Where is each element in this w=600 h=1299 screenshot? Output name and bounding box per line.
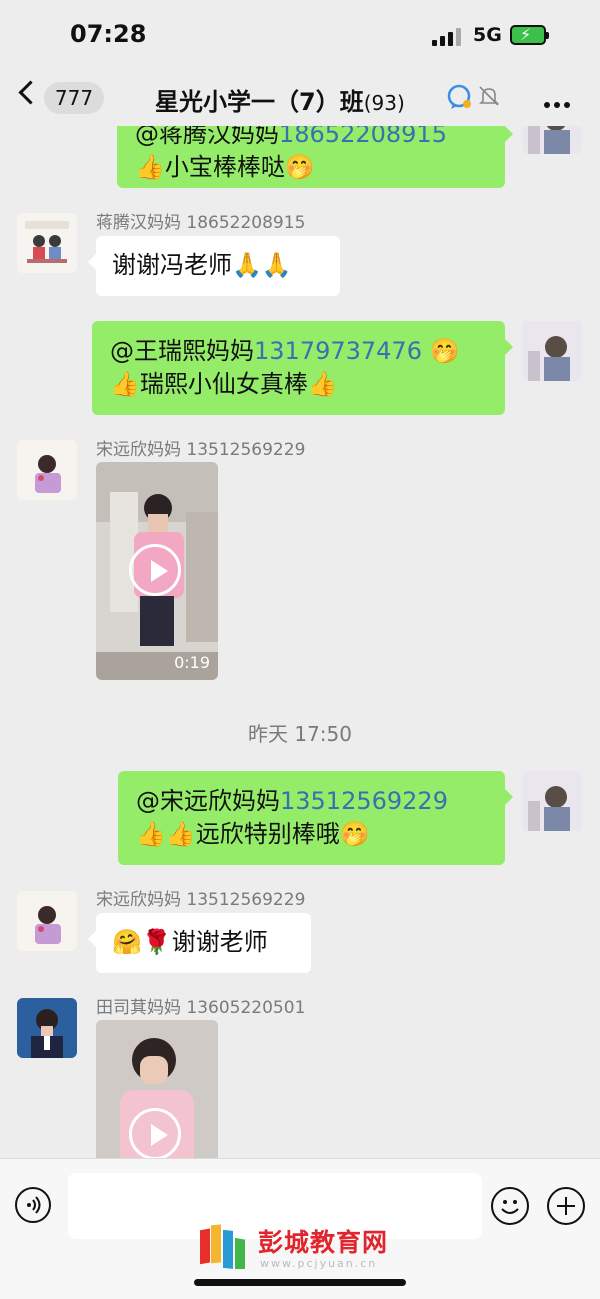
message-bubble-outgoing[interactable]: @王瑞熙妈妈13179737476 🤭 👍瑞熙小仙女真棒👍	[92, 321, 513, 415]
input-bar: 彭城教育网 www.pcjyuan.cn	[0, 1158, 600, 1299]
message-bubble-outgoing[interactable]: @蒋腾汉妈妈18652208915 👍小宝棒棒哒🤭	[117, 126, 513, 188]
sender-name: 宋远欣妈妈 13512569229	[96, 890, 306, 910]
video-message[interactable]	[96, 1020, 218, 1158]
message-bubble-incoming[interactable]: 谢谢冯老师🙏🙏	[88, 236, 340, 296]
battery-icon: ⚡	[510, 25, 549, 45]
status-time: 07:28	[70, 20, 147, 48]
avatar-sender[interactable]	[17, 440, 77, 500]
watermark-url: www.pcjyuan.cn	[260, 1257, 378, 1270]
book-logo-icon	[200, 1224, 245, 1274]
add-attachment-icon[interactable]	[547, 1187, 585, 1225]
voice-input-icon[interactable]	[15, 1187, 51, 1223]
chat-title: 星光小学一（7）班(93)	[155, 82, 405, 117]
phone-link[interactable]: 13512569229	[280, 787, 448, 815]
mention: @蒋腾汉妈妈	[135, 126, 279, 148]
message-line: @王瑞熙妈妈13179737476 🤭	[110, 335, 487, 368]
avatar-sender[interactable]	[17, 998, 77, 1058]
video-message[interactable]: 0:19	[96, 462, 218, 680]
emoji: 🤭	[421, 337, 460, 365]
mention: @王瑞熙妈妈	[110, 337, 254, 365]
chat-sparkle-icon[interactable]	[447, 84, 473, 110]
watermark-text: 彭城教育网	[258, 1228, 389, 1257]
play-icon[interactable]	[129, 544, 181, 596]
message-line: 👍👍远欣特别棒哦🤭	[136, 820, 370, 848]
sender-name: 田司萁妈妈 13605220501	[96, 998, 306, 1018]
avatar-self[interactable]	[522, 321, 582, 381]
sender-name: 蒋腾汉妈妈 18652208915	[96, 213, 306, 233]
avatar-self[interactable]	[522, 771, 582, 831]
mention: @宋远欣妈妈	[136, 787, 280, 815]
message-bubble-incoming[interactable]: 🤗🌹谢谢老师	[88, 913, 311, 973]
phone-link[interactable]: 18652208915	[279, 126, 447, 148]
chat-header: 777 星光小学一（7）班(93)	[0, 70, 600, 126]
sender-name: 宋远欣妈妈 13512569229	[96, 440, 306, 460]
member-count: (93)	[363, 91, 405, 115]
message-line: 👍小宝棒棒哒🤭	[135, 153, 315, 181]
watermark-logo: 彭城教育网 www.pcjyuan.cn	[196, 1217, 416, 1274]
signal-icon	[432, 28, 462, 46]
message-timestamp: 昨天 17:50	[248, 722, 352, 746]
emoji-icon[interactable]	[491, 1187, 529, 1225]
message-list[interactable]: @蒋腾汉妈妈18652208915 👍小宝棒棒哒🤭 蒋腾汉妈妈 18652208…	[0, 126, 600, 1158]
message-line: @蒋腾汉妈妈18652208915	[135, 126, 487, 151]
network-type: 5G	[473, 24, 502, 46]
message-bubble-outgoing[interactable]: @宋远欣妈妈13512569229 👍👍远欣特别棒哦🤭	[118, 771, 513, 865]
back-arrow-icon[interactable]	[18, 80, 43, 105]
group-name: 星光小学一（7）班	[155, 88, 364, 116]
video-duration: 0:19	[174, 653, 210, 672]
avatar-self[interactable]	[522, 126, 582, 154]
more-options-icon[interactable]	[544, 93, 574, 112]
avatar-sender[interactable]	[17, 213, 77, 273]
unread-count-badge[interactable]: 777	[44, 82, 104, 114]
status-bar: 07:28 5G ⚡	[0, 0, 600, 70]
phone-link[interactable]: 13179737476	[254, 337, 422, 365]
message-line: @宋远欣妈妈13512569229	[136, 785, 487, 818]
home-indicator[interactable]	[194, 1279, 406, 1286]
play-icon[interactable]	[129, 1108, 181, 1158]
message-line: 👍瑞熙小仙女真棒👍	[110, 370, 338, 398]
avatar-sender[interactable]	[17, 891, 77, 951]
mute-bell-icon	[479, 86, 499, 106]
